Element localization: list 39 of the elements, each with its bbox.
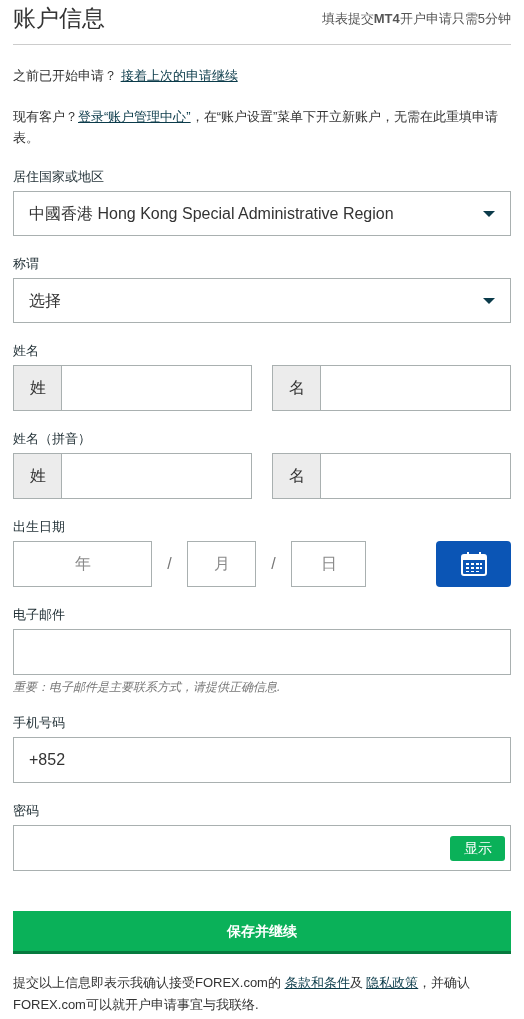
dropdown[interactable]: 选择 bbox=[13, 278, 511, 323]
field-prefix: 姓 bbox=[14, 366, 62, 410]
caret-icon bbox=[483, 210, 495, 217]
link[interactable]: 隐私政策 bbox=[366, 975, 419, 990]
link[interactable]: 接着上次的申请继续 bbox=[120, 68, 238, 83]
field-label: 姓名 bbox=[13, 342, 40, 360]
date-separator: / bbox=[166, 554, 173, 574]
input-field[interactable] bbox=[13, 629, 511, 675]
field-label: 居住国家或地区 bbox=[13, 168, 105, 186]
field-label: 手机号码 bbox=[13, 714, 66, 732]
date-separator: / bbox=[270, 554, 277, 574]
input-field[interactable]: 姓 bbox=[13, 365, 252, 411]
field-prefix: 名 bbox=[273, 366, 321, 410]
time-note: 填表提交MT4开户申请只需5分钟 bbox=[321, 10, 511, 29]
date-field[interactable]: 年 bbox=[13, 541, 152, 587]
field-label: 出生日期 bbox=[13, 518, 66, 536]
date-field[interactable]: 日 bbox=[291, 541, 366, 587]
input-field[interactable]: 名 bbox=[272, 453, 511, 499]
field-prefix: 名 bbox=[273, 454, 321, 498]
input-field[interactable]: +852 bbox=[13, 737, 511, 783]
input-field[interactable]: 姓 bbox=[13, 453, 252, 499]
field-label: 称谓 bbox=[13, 255, 40, 273]
existing-customer-text: 现有客户？登录“账户管理中心”，在“账户设置”菜单下开立新账户，无需在此重填申请表。 bbox=[13, 108, 500, 147]
field-label: 电子邮件 bbox=[13, 606, 66, 624]
page-title: 账户信息 bbox=[13, 4, 105, 33]
dropdown[interactable]: 中國香港 Hong Kong Special Administrative Region bbox=[13, 191, 511, 236]
field-label: 密码 bbox=[13, 802, 40, 820]
link[interactable]: 条款和条件 bbox=[284, 975, 350, 990]
consent-text: 提交以上信息即表示我确认接受FOREX.com的 条款和条件及 隐私政策，并确认FOREX.com可以就开户申请事宜与我联络. bbox=[13, 974, 472, 1014]
date-field[interactable]: 月 bbox=[187, 541, 256, 587]
link[interactable]: 登录“账户管理中心” bbox=[78, 109, 191, 124]
calendar-button[interactable] bbox=[436, 541, 511, 587]
field-prefix: 姓 bbox=[14, 454, 62, 498]
field-label: 姓名（拼音） bbox=[13, 430, 92, 448]
input-field[interactable]: 名 bbox=[272, 365, 511, 411]
calendar-icon bbox=[460, 552, 487, 576]
hint-text: 重要：电子邮件是主要联系方式，请提供正确信息. bbox=[13, 679, 282, 695]
caret-icon bbox=[483, 297, 495, 304]
resume-text: 之前已开始申请？ 接着上次的申请继续 bbox=[13, 67, 239, 85]
